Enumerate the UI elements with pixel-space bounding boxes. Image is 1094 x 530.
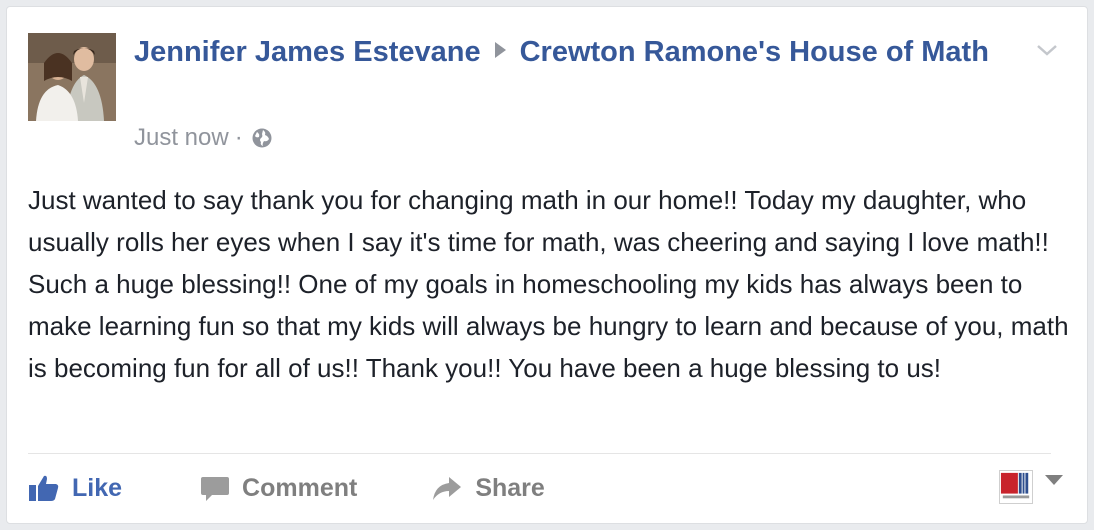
actions-divider (28, 453, 1051, 454)
like-button[interactable]: Like (28, 473, 122, 503)
shared-to-arrow-icon (494, 42, 506, 58)
chevron-down-icon[interactable] (1035, 41, 1059, 59)
like-label: Like (72, 473, 123, 502)
meta-separator: · (234, 124, 243, 151)
share-button[interactable]: Share (431, 473, 545, 503)
post-as-selector[interactable] (999, 470, 1063, 504)
thumbs-up-icon (29, 475, 59, 501)
post-timestamp[interactable]: Just now (134, 123, 229, 153)
post-card: Jennifer James Estevane Crewton Ramone's … (6, 6, 1088, 524)
post-meta: Just now · (134, 123, 273, 153)
author-name-link[interactable]: Jennifer James Estevane (134, 36, 481, 68)
avatar-photo (28, 33, 116, 121)
share-icon (433, 477, 462, 500)
comment-button[interactable]: Comment (200, 473, 357, 503)
comment-label: Comment (242, 473, 358, 502)
globe-icon[interactable] (251, 127, 273, 149)
share-label: Share (475, 473, 545, 502)
post-header-names: Jennifer James Estevane Crewton Ramone's … (134, 31, 1014, 73)
post-actions-bar: Like Comment Share (28, 465, 619, 511)
comment-icon (201, 477, 230, 501)
post-body-text: Just wanted to say thank you for changin… (28, 185, 1069, 383)
page-avatar-icon (999, 470, 1033, 504)
target-page-link[interactable]: Crewton Ramone's House of Math (520, 36, 989, 68)
caret-down-icon (1045, 475, 1063, 485)
author-avatar[interactable] (28, 33, 116, 121)
